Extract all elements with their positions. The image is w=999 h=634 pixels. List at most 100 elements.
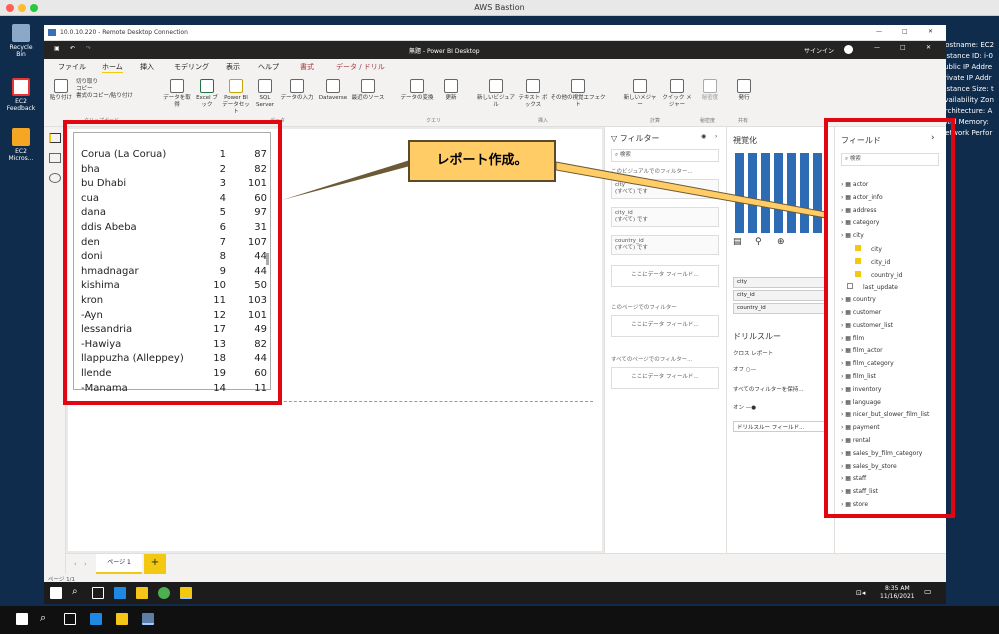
notification-icon[interactable]: ▭ <box>924 587 932 596</box>
minimize-icon[interactable]: — <box>876 28 882 35</box>
publish-button[interactable]: 発行 <box>732 79 756 102</box>
quick-measure-button[interactable]: クイック メジャー <box>662 79 692 109</box>
edge-icon[interactable] <box>114 587 126 599</box>
new-visual-button[interactable]: 新しいビジュアル <box>476 79 516 109</box>
group-label: 共有 <box>738 118 749 124</box>
model-view-icon[interactable] <box>49 173 61 183</box>
fields-tab-icon[interactable]: ▤ <box>733 237 742 247</box>
add-all-pages-filter-field[interactable]: ここにデータ フィールド... <box>611 367 719 389</box>
keep-all-filters-toggle[interactable]: オン —● <box>733 403 756 411</box>
excel-button[interactable]: Excel ブック <box>196 79 218 109</box>
get-data-button[interactable]: データを取得 <box>162 79 192 109</box>
pbi-maximize-icon[interactable]: □ <box>900 44 906 51</box>
signin-link[interactable]: サインイン <box>804 46 834 55</box>
start-icon[interactable] <box>16 613 28 625</box>
filter-card-city[interactable]: city (すべて) です <box>611 179 719 199</box>
sql-server-button[interactable]: SQL Server <box>254 79 276 109</box>
cross-report-label: クロス レポート <box>733 351 774 357</box>
filters-pane: ▽ フィルター ◉ › ⌕ 検索 このビジュアルでのフィルター... city(… <box>604 127 726 553</box>
format-tab-icon[interactable]: ⚲ <box>755 237 762 247</box>
explorer-icon[interactable] <box>136 587 148 599</box>
paste-button[interactable]: 貼り付け <box>48 79 74 102</box>
cross-report-toggle[interactable]: オフ ○— <box>733 365 756 373</box>
tab-insert[interactable]: 挿入 <box>140 62 154 72</box>
tab-data-drill[interactable]: データ / ドリル <box>336 62 385 72</box>
collapse-filters-icon[interactable]: › <box>715 133 717 140</box>
filter-search-input[interactable]: ⌕ 検索 <box>611 149 719 162</box>
ec2-feedback-icon[interactable]: EC2 Feedback <box>4 78 38 112</box>
filters-title: ▽ フィルター <box>611 134 660 143</box>
next-page-icon[interactable]: › <box>84 560 87 568</box>
undo-icon[interactable]: ↶ <box>70 45 75 52</box>
tab-view[interactable]: 表示 <box>226 62 240 72</box>
all-pages-filter-label: すべてのページでのフィルター... <box>611 357 693 363</box>
visual-type-gallery[interactable] <box>733 153 827 233</box>
rdp-titlebar: 10.0.10.220 - Remote Desktop Connection … <box>44 25 946 41</box>
tab-help[interactable]: ヘルプ <box>258 62 279 72</box>
group-label: 計算 <box>650 118 661 124</box>
report-view-icon[interactable] <box>49 133 61 143</box>
taskview-icon[interactable] <box>64 613 76 625</box>
well-city[interactable]: city <box>733 277 827 288</box>
pbi-title: 無題 - Power BI Desktop <box>409 48 480 55</box>
powerbi-taskbar-icon[interactable] <box>180 587 192 599</box>
chrome-icon[interactable] <box>158 587 170 599</box>
rdp-taskbar-icon[interactable] <box>142 613 154 625</box>
drillthrough-title: ドリルスルー <box>733 332 781 341</box>
well-country-id[interactable]: country_id <box>733 303 827 314</box>
prev-page-icon[interactable]: ‹ <box>74 560 77 568</box>
maximize-icon[interactable]: □ <box>902 28 908 35</box>
window-title: AWS Bastion <box>474 3 525 12</box>
close-icon[interactable]: ✕ <box>928 28 933 35</box>
add-page-filter-field[interactable]: ここにデータ フィールド... <box>611 315 719 337</box>
redo-icon[interactable]: ↷ <box>86 45 91 52</box>
info-line: Instance ID: i-0 <box>940 52 993 60</box>
cut-button[interactable]: 切り取り <box>76 79 146 86</box>
callout-box: レポート作成。 <box>408 140 556 182</box>
taskview-icon[interactable] <box>92 587 104 599</box>
drillthrough-field-well[interactable]: ドリルスルー フィールド... <box>733 421 827 432</box>
filter-card-country-id[interactable]: country_id (すべて) です <box>611 235 719 255</box>
tab-modeling[interactable]: モデリング <box>174 62 209 72</box>
pbi-minimize-icon[interactable]: — <box>874 44 880 51</box>
search-icon[interactable]: ⌕ <box>40 611 46 625</box>
dataverse-button[interactable]: Dataverse <box>318 79 348 102</box>
explorer-icon[interactable] <box>116 613 128 625</box>
enter-data-button[interactable]: データの入力 <box>280 79 314 102</box>
pbi-close-icon[interactable]: ✕ <box>926 44 931 51</box>
page-tab[interactable]: ページ 1 <box>96 554 142 574</box>
avatar[interactable] <box>844 45 853 54</box>
recycle-bin-icon[interactable]: Recycle Bin <box>4 24 38 58</box>
filter-card-city-id[interactable]: city_id (すべて) です <box>611 207 719 227</box>
recent-sources-button[interactable]: 最近のソース <box>350 79 386 102</box>
more-visuals-button[interactable]: その他の視覚エフェクト <box>550 79 606 109</box>
viz-title: 視覚化 <box>733 136 757 145</box>
network-volume-icon[interactable]: ⊡◂ <box>856 589 865 597</box>
add-visual-filter-field[interactable]: ここにデータ フィールド... <box>611 265 719 287</box>
text-box-button[interactable]: テキスト ボックス <box>518 79 548 109</box>
analytics-tab-icon[interactable]: ⊕ <box>777 237 785 247</box>
info-line: Private IP Addr <box>940 74 992 82</box>
page-filter-label: このページでのフィルター <box>611 305 677 311</box>
transform-data-button[interactable]: データの変換 <box>398 79 436 102</box>
sensitivity-button[interactable]: 秘密度 <box>698 79 722 102</box>
well-city-id[interactable]: city_id <box>733 290 827 301</box>
save-icon[interactable]: ▣ <box>54 45 60 52</box>
new-measure-button[interactable]: 新しいメジャー <box>622 79 658 109</box>
data-view-icon[interactable] <box>49 153 61 163</box>
ec2-micros-icon[interactable]: EC2 Micros... <box>4 128 38 162</box>
format-painter-button[interactable]: 書式のコピー/貼り付け <box>76 93 146 100</box>
remote-taskbar: ⌕ ⊡◂ 8:35 AM 11/16/2021 ▭ <box>44 582 946 604</box>
tab-format[interactable]: 書式 <box>300 62 314 72</box>
clock[interactable]: 8:35 AM 11/16/2021 <box>880 585 915 601</box>
edge-icon[interactable] <box>90 613 102 625</box>
tab-file[interactable]: ファイル <box>58 62 86 72</box>
add-page-button[interactable]: + <box>144 554 166 574</box>
start-icon[interactable] <box>50 587 62 599</box>
search-icon[interactable]: ⌕ <box>72 586 78 597</box>
copy-button[interactable]: コピー <box>76 86 146 93</box>
eye-icon[interactable]: ◉ <box>701 133 706 140</box>
refresh-button[interactable]: 更新 <box>440 79 462 102</box>
pbi-dataset-button[interactable]: Power BI データセット <box>222 79 250 116</box>
info-line: Hostname: EC2 <box>940 41 995 49</box>
